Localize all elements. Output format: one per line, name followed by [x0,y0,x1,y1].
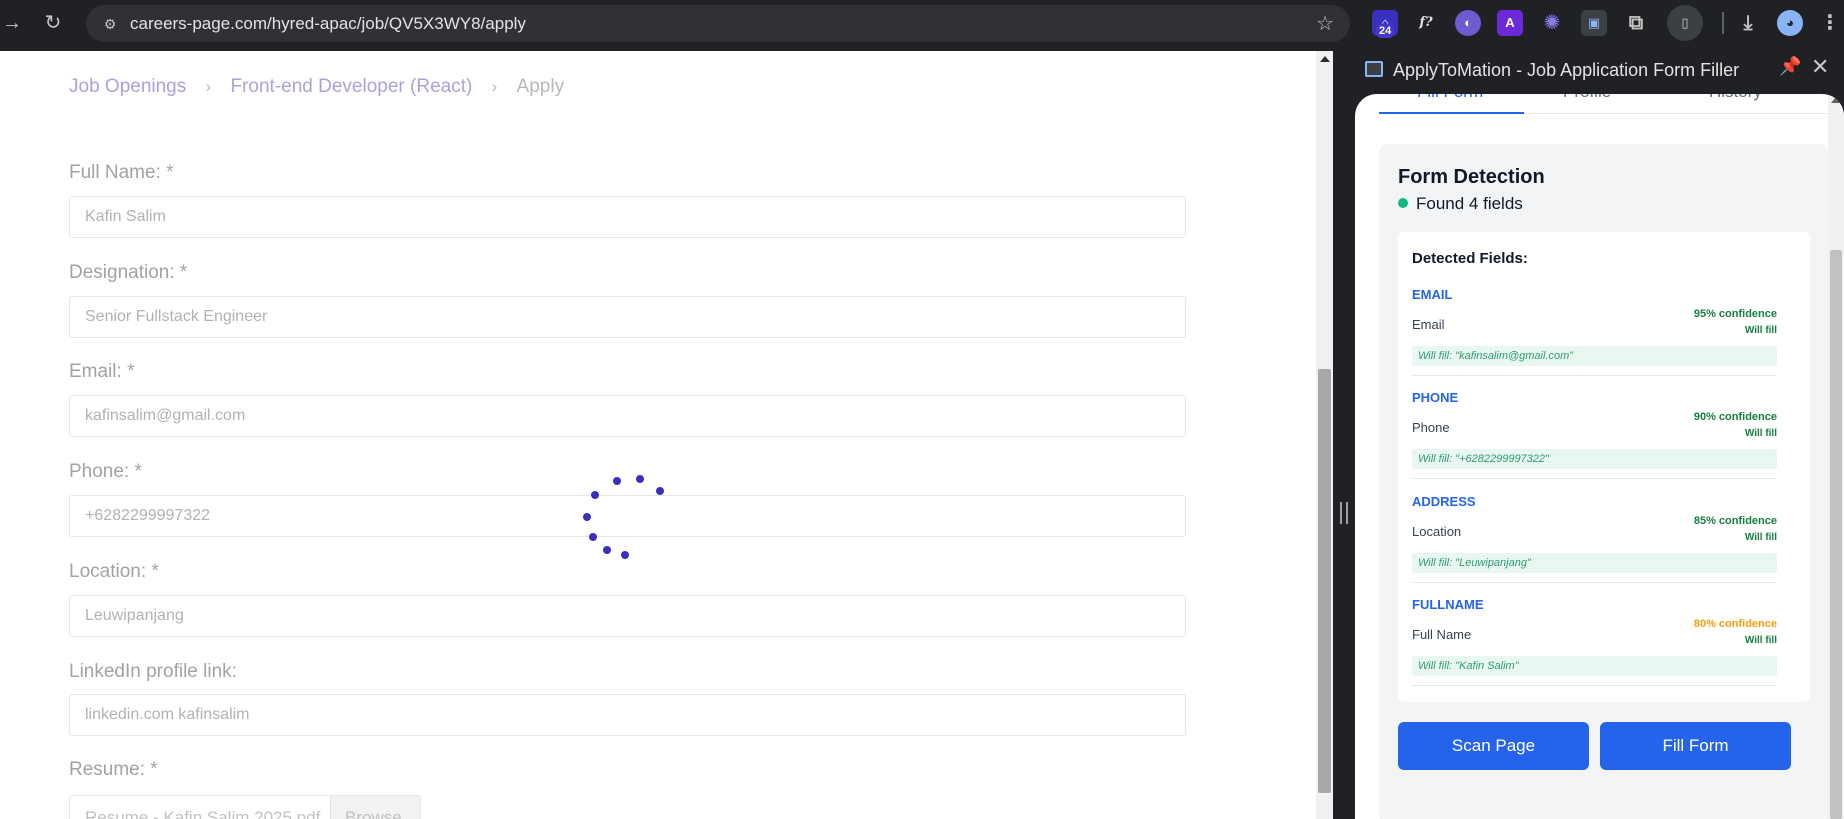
designation-label: Designation: * [69,262,188,283]
tab-history[interactable]: History [1709,94,1762,102]
fill-form-button[interactable]: Fill Form [1600,722,1791,770]
confidence-score: 85% confidence [1693,515,1777,527]
tab-profile[interactable]: Profile [1563,94,1611,102]
detected-fields-title: Detected Fields: [1412,250,1528,267]
resume-file-name: Resume - Kafin Salim 2025 pdf [85,808,321,819]
fill-action: Will fill [1744,635,1777,646]
separator [1412,685,1777,686]
resize-grip-icon [1340,502,1348,524]
download-icon[interactable]: ⤓ [1735,10,1761,36]
extension-popup: Fill Form Profile History Form Detection… [1355,94,1844,819]
side-panel-header: ApplyToMation - Job Application Form Fil… [1355,46,1844,94]
breadcrumb-job-openings[interactable]: Job Openings [69,76,186,98]
reload-icon[interactable]: ↻ [41,11,65,35]
forward-icon[interactable]: → [0,11,24,35]
job-application-page: Job Openings › Front-end Developer (Reac… [0,51,1316,819]
scan-page-button[interactable]: Scan Page [1398,722,1589,770]
active-tab-indicator [1379,112,1524,114]
detection-status: Found 4 fields [1398,194,1523,214]
separator [1412,478,1777,479]
form-detection-card: Form Detection Found 4 fields Detected F… [1379,144,1829,819]
side-panel: Fill Form Profile History Form Detection… [1355,94,1844,819]
side-panel-icon[interactable]: ▯ [1667,5,1703,41]
fill-preview: Will fill: "kafinsalim@gmail.com" [1412,346,1777,366]
detected-field-item: EMAIL Email 95% confidence Will fill Wil… [1412,287,1777,391]
field-name: Full Name [1412,627,1472,642]
bookmark-star-icon[interactable]: ☆ [1316,12,1334,36]
profile-avatar[interactable]: ◕ [1777,10,1803,36]
field-type: ADDRESS [1412,494,1476,509]
field-type: PHONE [1412,390,1459,405]
scroll-up-arrow-icon[interactable] [1320,56,1330,62]
confidence-score: 80% confidence [1693,618,1777,630]
detected-field-item: FULLNAME Full Name 80% confidence Will f… [1412,597,1777,701]
side-panel-scrollbar-thumb[interactable] [1830,250,1842,819]
url-text[interactable]: careers-page.com/hyred-apac/job/QV5X3WY8… [130,14,526,34]
breadcrumb: Job Openings › Front-end Developer (Reac… [69,76,564,98]
field-type: FULLNAME [1412,597,1484,612]
extensions-puzzle-icon[interactable]: ⧉ [1623,10,1649,36]
breadcrumb-current: Apply [516,76,565,97]
linkedin-input[interactable]: linkedin.com kafinsalim [69,694,1186,736]
fill-preview: Will fill: "+6282299997322" [1412,449,1777,469]
fill-action: Will fill [1744,325,1777,336]
fill-action: Will fill [1744,532,1777,543]
designation-input[interactable]: Senior Fullstack Engineer [69,296,1186,338]
field-name: Email [1412,317,1445,332]
page-scrollbar[interactable] [1316,51,1333,819]
linkedin-label: LinkedIn profile link: [69,661,237,682]
address-bar[interactable]: ⚙ careers-page.com/hyred-apac/job/QV5X3W… [86,5,1350,42]
chevron-right-icon: › [491,77,498,96]
separator [1412,375,1777,376]
loading-spinner-icon [580,475,670,565]
extension-favicon-icon [1365,61,1383,77]
resume-label: Resume: * [69,759,158,780]
applytomation-extension-icon[interactable]: ▣ [1581,10,1607,36]
breadcrumb-job-title[interactable]: Front-end Developer (React) [230,76,472,98]
site-info-icon[interactable]: ⚙ [100,14,120,34]
browser-menu-icon[interactable]: ⋮ [1817,10,1843,36]
full-name-input[interactable]: Kafin Salim [69,196,1186,238]
tab-bar: Fill Form Profile History [1379,94,1829,114]
fill-action: Will fill [1744,428,1777,439]
page-scrollbar-thumb[interactable] [1318,369,1331,793]
separator [1412,582,1777,583]
browser-toolbar: → ↻ ⚙ careers-page.com/hyred-apac/job/QV… [0,0,1844,46]
form-detection-title: Form Detection [1398,166,1545,188]
extension-badge: 24 [1376,24,1395,38]
resume-file-input[interactable]: Resume - Kafin Salim 2025 pdf Browse [69,795,421,819]
tab-fill-form[interactable]: Fill Form [1417,94,1483,102]
browse-button[interactable]: Browse [330,796,420,819]
email-label: Email: * [69,361,135,382]
confidence-score: 95% confidence [1693,308,1777,320]
formula-extension-icon[interactable]: f? [1413,10,1439,36]
fill-preview: Will fill: "Kafin Salim" [1412,656,1777,676]
detected-field-item: PHONE Phone 90% confidence Will fill Wil… [1412,390,1777,494]
full-name-label: Full Name: * [69,162,174,183]
side-panel-title: ApplyToMation - Job Application Form Fil… [1393,60,1740,80]
fill-preview: Will fill: "Leuwipanjang" [1412,553,1777,573]
sparkle-extension-icon[interactable]: ✺ [1539,10,1565,36]
detected-fields-list: Detected Fields: EMAIL Email 95% confide… [1398,232,1810,702]
confidence-score: 90% confidence [1693,411,1777,423]
close-icon[interactable]: ✕ [1811,54,1829,80]
ai-extension-icon[interactable]: A [1497,10,1523,36]
status-dot-icon [1398,198,1408,208]
location-input[interactable]: Leuwipanjang [69,595,1186,637]
chevron-right-icon: › [205,77,212,96]
status-text: Found 4 fields [1416,194,1523,213]
side-panel-scrollbar[interactable] [1828,94,1844,819]
ghost-extension-icon[interactable]: ◐ [1455,10,1481,36]
location-label: Location: * [69,561,159,582]
scroll-up-arrow-icon[interactable] [1831,97,1841,103]
phone-label: Phone: * [69,461,142,482]
field-name: Location [1412,524,1462,539]
toolbar-divider [1722,12,1724,34]
field-name: Phone [1412,420,1450,435]
field-type: EMAIL [1412,287,1453,302]
side-panel-resize-handle[interactable] [1333,46,1355,819]
pin-icon[interactable]: 📌 [1779,56,1801,77]
email-input[interactable]: kafinsalim@gmail.com [69,395,1186,437]
detected-field-item: ADDRESS Location 85% confidence Will fil… [1412,494,1777,598]
